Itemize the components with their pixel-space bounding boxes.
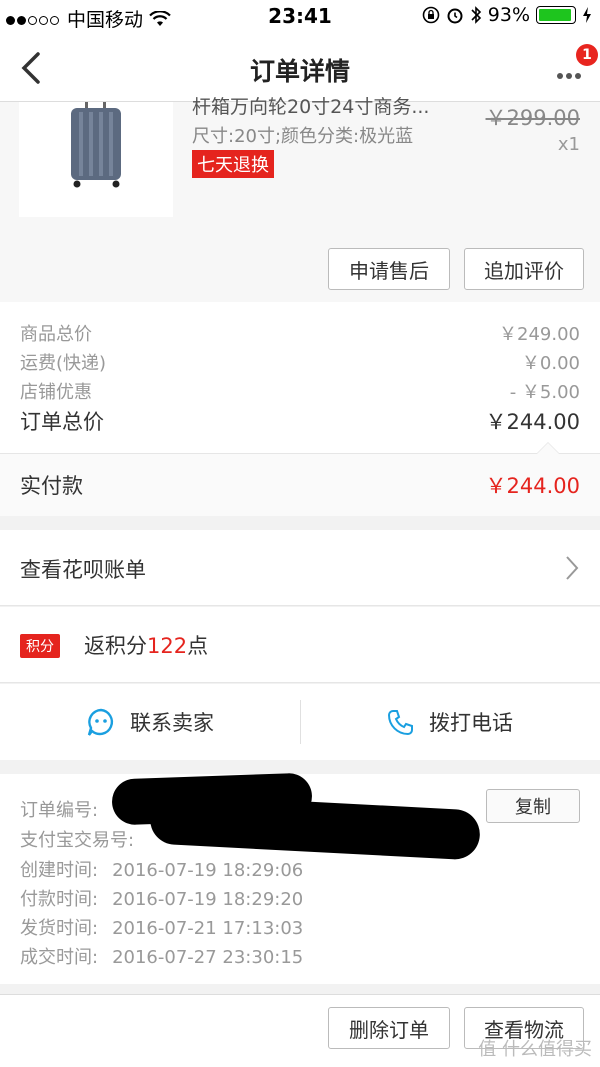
- order-number-label: 订单编号:: [20, 800, 99, 821]
- order-info: 订单编号: 支付宝交易号: 复制 创建时间: 2016-07-19 18:29:0…: [0, 772, 600, 984]
- created-label: 创建时间:: [20, 860, 99, 881]
- points-row: 积分 返积分122点: [0, 607, 600, 683]
- order-total-label: 订单总价: [20, 410, 104, 434]
- paid-amount-row: 实付款 ￥244.00: [0, 454, 600, 516]
- shipping-row: 运费(快递) ￥0.00: [20, 349, 580, 375]
- paid-label: 实付款: [20, 474, 83, 498]
- completed-value: 2016-07-27 23:30:15: [112, 947, 304, 968]
- points-text: 返积分122点: [84, 630, 208, 660]
- created-time-line: 创建时间: 2016-07-19 18:29:06: [20, 856, 303, 882]
- order-total-value: ￥244.00: [485, 410, 580, 434]
- points-suffix: 点: [187, 634, 209, 658]
- discount-value: - ￥5.00: [509, 382, 580, 403]
- chat-bubble-icon: [87, 708, 114, 736]
- product-image[interactable]: [19, 102, 173, 217]
- battery-fill: [539, 9, 571, 21]
- product-spec: 尺寸:20寸;颜色分类:极光蓝: [192, 126, 414, 147]
- shipped-value: 2016-07-21 17:13:03: [112, 918, 304, 939]
- bluetooth-icon: [471, 6, 481, 24]
- chevron-right-icon: [566, 556, 579, 580]
- product-quantity: x1: [557, 134, 580, 155]
- shipped-label: 发货时间:: [20, 918, 99, 939]
- add-review-button[interactable]: 追加评价: [464, 248, 584, 290]
- paid-value: ￥244.00: [485, 474, 580, 498]
- goods-total-value: ￥249.00: [499, 324, 580, 345]
- points-prefix: 返积分: [84, 634, 147, 658]
- return-policy-tag: 七天退换: [192, 150, 274, 178]
- huabei-bill-row[interactable]: 查看花呗账单: [0, 530, 600, 606]
- contact-seller-button[interactable]: 联系卖家: [0, 684, 300, 760]
- watermark: 值 什么值得买: [478, 1039, 592, 1060]
- battery-percent: 93%: [487, 4, 530, 26]
- created-value: 2016-07-19 18:29:06: [112, 860, 304, 881]
- shipping-label: 运费(快递): [20, 353, 107, 374]
- charging-icon: [583, 7, 591, 23]
- discount-label: 店铺优惠: [20, 382, 92, 403]
- alarm-icon: [447, 8, 463, 24]
- discount-row: 店铺优惠 - ￥5.00: [20, 378, 580, 404]
- product-name[interactable]: 杆箱万向轮20寸24寸商务...: [192, 92, 462, 122]
- contact-row: 联系卖家 拨打电话: [0, 684, 600, 760]
- completed-time-line: 成交时间: 2016-07-27 23:30:15: [20, 943, 303, 969]
- contact-seller-label: 联系卖家: [130, 711, 214, 735]
- paid-time-label: 付款时间:: [20, 889, 99, 910]
- shipping-value: ￥0.00: [521, 353, 580, 374]
- points-number: 122: [147, 634, 188, 658]
- order-total-row: 订单总价 ￥244.00: [20, 406, 580, 436]
- order-number-line: 订单编号:: [20, 796, 98, 822]
- price-summary: 商品总价 ￥249.00 运费(快递) ￥0.00 店铺优惠 - ￥5.00 订…: [0, 302, 600, 516]
- order-detail-page: 中国移动 23:41 93% 订单详情 1 杆箱万向轮20寸24寸商务... 尺…: [0, 0, 600, 1067]
- status-right: 93%: [422, 4, 592, 26]
- suitcase-image: [71, 102, 121, 188]
- battery-icon: [536, 6, 576, 24]
- status-bar: 中国移动 23:41 93%: [0, 0, 600, 34]
- redaction-mark: [148, 793, 482, 861]
- goods-total-row: 商品总价 ￥249.00: [20, 320, 580, 346]
- copy-button[interactable]: 复制: [486, 789, 580, 823]
- alipay-number-line: 支付宝交易号:: [20, 826, 134, 852]
- goods-total-label: 商品总价: [20, 324, 92, 345]
- points-tag: 积分: [20, 634, 60, 658]
- original-price: ￥299.00: [485, 106, 580, 130]
- notification-badge: 1: [576, 44, 598, 66]
- after-sales-button[interactable]: 申请售后: [328, 248, 450, 290]
- bottom-action-bar: 删除订单 查看物流 值 什么值得买: [0, 994, 600, 1067]
- completed-label: 成交时间:: [20, 947, 99, 968]
- phone-icon: [387, 710, 413, 736]
- orientation-lock-icon: [422, 6, 440, 24]
- shipped-time-line: 发货时间: 2016-07-21 17:13:03: [20, 914, 303, 940]
- delete-order-button[interactable]: 删除订单: [328, 1007, 450, 1049]
- alipay-number-label: 支付宝交易号:: [20, 830, 135, 851]
- call-phone-button[interactable]: 拨打电话: [300, 684, 600, 760]
- paid-time-value: 2016-07-19 18:29:20: [112, 889, 304, 910]
- product-card[interactable]: 杆箱万向轮20寸24寸商务... 尺寸:20寸;颜色分类:极光蓝 七天退换 ￥2…: [0, 96, 600, 302]
- callout-notch: [536, 442, 560, 454]
- call-phone-label: 拨打电话: [429, 711, 513, 735]
- paid-time-line: 付款时间: 2016-07-19 18:29:20: [20, 885, 303, 911]
- page-title: 订单详情: [249, 57, 350, 86]
- huabei-label: 查看花呗账单: [20, 558, 146, 582]
